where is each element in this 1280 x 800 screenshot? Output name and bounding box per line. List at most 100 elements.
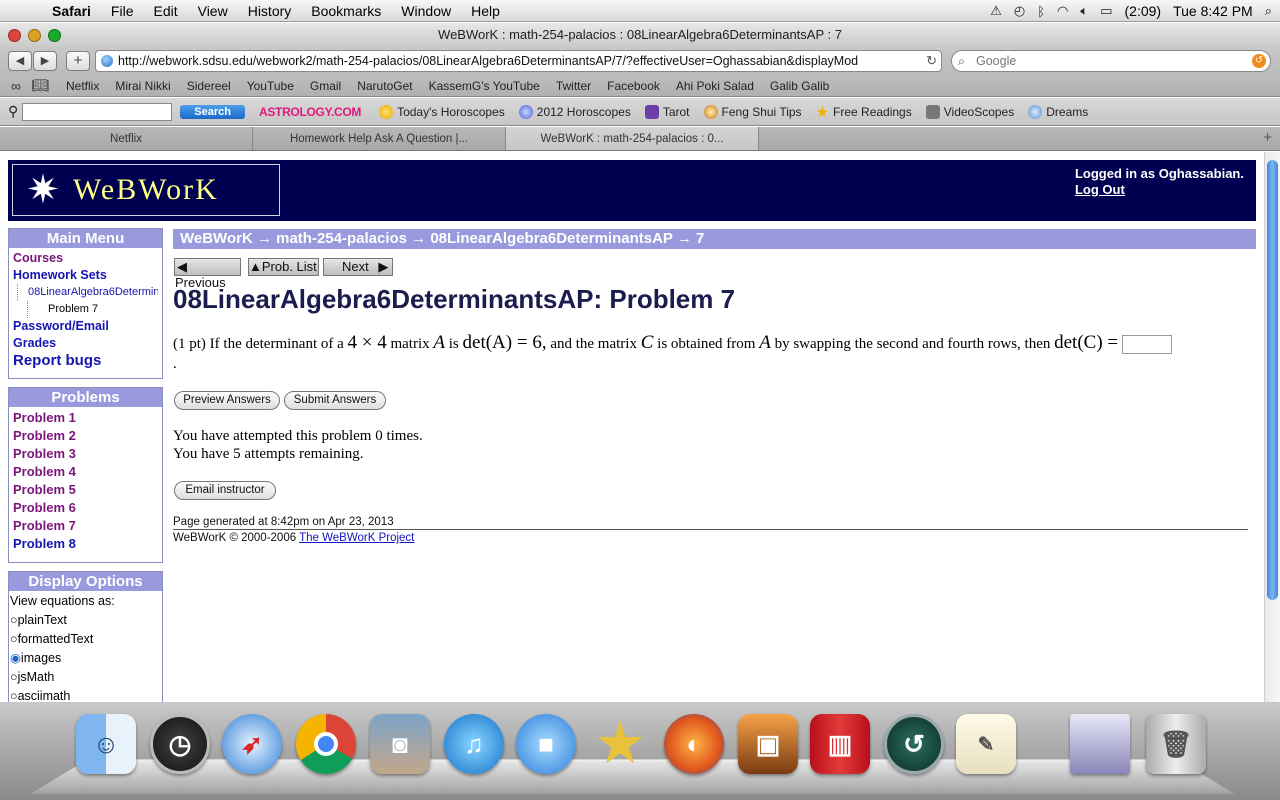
bookmark-galib-galib[interactable]: Galib Galib [762,79,837,93]
logout-link[interactable]: Log Out [1075,182,1125,197]
reading-list-icon[interactable]: ∞ [4,78,28,94]
address-bar[interactable]: http://webwork.sdsu.edu/webwork2/math-25… [95,50,942,72]
bookmark-ahi-poki-salad[interactable]: Ahi Poki Salad [668,79,762,93]
menu-history[interactable]: History [238,3,302,19]
bookmark-sidereel[interactable]: Sidereel [179,79,239,93]
option-formattedtext[interactable]: ○formattedText [10,630,161,649]
option-asciimath[interactable]: ○asciimath [10,687,161,702]
menu-window[interactable]: Window [391,3,461,19]
submit-answers-button[interactable]: Submit Answers [284,391,386,410]
grades-link[interactable]: Grades [13,335,158,352]
free-readings-link[interactable]: ★ Free Readings [816,103,912,121]
option-jsmath[interactable]: ○jsMath [10,668,161,687]
snapback-icon[interactable]: ↺ [1252,54,1266,68]
astrology-logo[interactable]: ASTROLOGY.COM [259,105,361,119]
homework-sets-link[interactable]: Homework Sets [13,267,158,284]
problem-2-link[interactable]: Problem 2 [13,427,158,445]
bookmark-mirai-nikki[interactable]: Mirai Nikki [107,79,178,93]
bookmark-facebook[interactable]: Facebook [599,79,668,93]
bookmark-twitter[interactable]: Twitter [548,79,599,93]
image-capture-icon[interactable]: ▣ [738,714,798,774]
chrome-icon[interactable] [296,714,356,774]
time-machine-icon[interactable]: ◴ [1014,3,1025,19]
menu-file[interactable]: File [101,3,144,19]
previous-button[interactable]: ◀ Previous [174,258,241,290]
radio-icon[interactable]: ○ [10,632,18,646]
email-instructor-button[interactable]: Email instructor [174,481,276,500]
courses-link[interactable]: Courses [13,250,158,267]
new-tab-icon[interactable]: + [1263,129,1272,146]
bookmark-youtube[interactable]: YouTube [239,79,302,93]
minimized-window-icon[interactable] [1070,714,1130,774]
radio-selected-icon[interactable]: ◉ [10,651,21,665]
show-all-bookmarks-icon[interactable]: 📖︎ [28,77,52,94]
problem-8-link[interactable]: Problem 8 [13,535,158,553]
zoom-window-icon[interactable] [48,29,61,42]
bookmark-netflix[interactable]: Netflix [58,79,107,93]
itunes-icon[interactable]: ♫ [444,714,504,774]
problem-5-link[interactable]: Problem 5 [13,481,158,499]
menu-bookmarks[interactable]: Bookmarks [301,3,391,19]
bluetooth-icon[interactable]: ᛒ [1037,4,1045,19]
breadcrumb[interactable]: WeBWorK → math-254-palacios → 08LinearAl… [173,229,1256,249]
2012-horoscopes-link[interactable]: 2012 Horoscopes [518,104,631,119]
radio-icon[interactable]: ○ [10,670,18,684]
option-images[interactable]: ◉images [10,649,161,668]
facetime-icon[interactable]: ■ [516,714,576,774]
warning-icon[interactable]: ⚠ [990,3,1002,19]
trash-icon[interactable]: 🗑︎ [1146,714,1206,774]
menu-app-name[interactable]: Safari [42,3,101,19]
problem-7-link[interactable]: Problem 7 [13,517,158,535]
problem-3-link[interactable]: Problem 3 [13,445,158,463]
imovie-icon[interactable]: ★ [590,714,650,774]
astrology-search-input[interactable] [22,102,173,121]
finder-icon[interactable]: ☺ [76,714,136,774]
battery-time[interactable]: (2:09) [1125,3,1162,19]
back-button[interactable]: ◀ [8,51,32,71]
firefox-icon[interactable]: ◐ [664,714,724,774]
forward-button[interactable]: ▶ [33,51,57,71]
tab-netflix[interactable]: Netflix [0,127,253,150]
radio-icon[interactable]: ○ [10,613,18,627]
bookmark-kassemg-youtube[interactable]: KassemG's YouTube [421,79,548,93]
feng-shui-link[interactable]: Feng Shui Tips [703,104,802,119]
password-email-link[interactable]: Password/Email [13,318,158,335]
wifi-icon[interactable]: ◠ [1057,3,1068,19]
webwork-project-link[interactable]: The WeBWorK Project [299,532,414,544]
bookmark-gmail[interactable]: Gmail [302,79,349,93]
textedit-icon[interactable]: ✎ [956,714,1016,774]
iphoto-icon[interactable]: ◙ [370,714,430,774]
battery-icon[interactable]: ▭ [1100,3,1112,19]
tab-homework-help[interactable]: Homework Help Ask A Question |... [253,127,506,150]
vertical-scrollbar[interactable] [1264,152,1280,702]
report-bugs-link[interactable]: Report bugs [13,352,158,369]
todays-horoscopes-link[interactable]: Today's Horoscopes [379,104,505,119]
astrology-search-button[interactable]: Search [180,104,245,119]
search-field[interactable]: ⌕ Google ↺ [951,50,1271,72]
close-window-icon[interactable] [8,29,21,42]
add-bookmark-button[interactable]: + [66,51,90,71]
reload-icon[interactable]: ↻ [923,51,937,71]
preview-answers-button[interactable]: Preview Answers [174,391,280,410]
problem-list-button[interactable]: ▲Prob. List [248,258,319,276]
tab-webwork[interactable]: WeBWorK : math-254-palacios : 0... [506,127,759,150]
clock[interactable]: Tue 8:42 PM [1173,3,1253,19]
problem-4-link[interactable]: Problem 4 [13,463,158,481]
tarot-link[interactable]: Tarot [644,104,690,119]
dreams-link[interactable]: Dreams [1028,104,1088,119]
next-button[interactable]: Next ▶ [323,258,393,276]
photo-booth-icon[interactable]: ▥ [810,714,870,774]
minimize-window-icon[interactable] [28,29,41,42]
videoscopes-link[interactable]: VideoScopes [925,104,1014,119]
volume-icon[interactable]: 🔈︎ [1080,3,1088,19]
problem-6-link[interactable]: Problem 6 [13,499,158,517]
menu-edit[interactable]: Edit [143,3,187,19]
time-machine-dock-icon[interactable]: ↺ [884,714,944,774]
problem-1-link[interactable]: Problem 1 [13,409,158,427]
menu-help[interactable]: Help [461,3,510,19]
answer-input[interactable] [1121,335,1172,355]
bookmark-narutoget[interactable]: NarutoGet [349,79,420,93]
safari-icon[interactable]: ➶ [222,714,282,774]
spotlight-search-icon[interactable]: ⌕ [1265,3,1272,19]
scrollbar-thumb[interactable] [1267,160,1278,600]
